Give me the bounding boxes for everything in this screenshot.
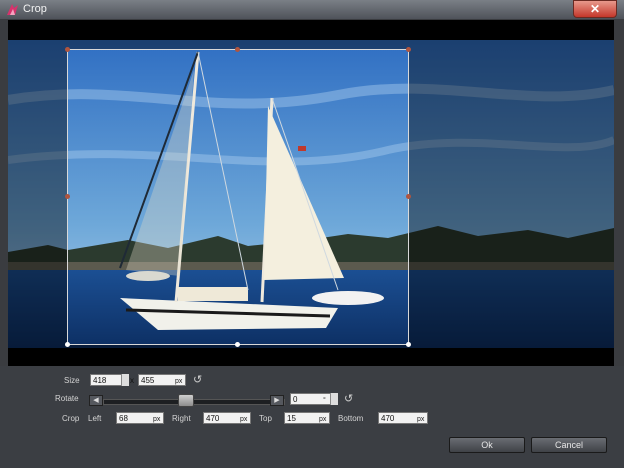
crop-left-unit: px [153, 416, 161, 423]
crop-top-unit: px [319, 416, 327, 423]
size-label: Size [64, 376, 80, 385]
size-width-value: 418 [93, 376, 107, 385]
rotate-label: Rotate [55, 394, 79, 403]
rotate-input[interactable]: 0 ° [290, 393, 338, 405]
rotate-spinner[interactable] [330, 393, 338, 405]
crop-handle-top[interactable] [235, 47, 240, 52]
size-separator: x [130, 376, 134, 385]
crop-handle-right[interactable] [406, 194, 411, 199]
crop-handle-left[interactable] [65, 194, 70, 199]
close-button[interactable]: ✕ [573, 0, 617, 18]
crop-top-label: Top [259, 414, 272, 423]
size-unit: px [175, 378, 183, 385]
crop-bottom-unit: px [417, 416, 425, 423]
cancel-button[interactable]: Cancel [531, 437, 607, 453]
app-logo-icon [7, 4, 18, 15]
crop-handle-bottom-left[interactable] [65, 342, 70, 347]
crop-handle-top-right[interactable] [406, 47, 411, 52]
crop-dialog: Crop ✕ Size 418 x 455 px ↺ Rotate ◀ ▶ 0 … [0, 0, 624, 468]
reset-rotate-icon[interactable]: ↺ [344, 392, 353, 405]
crop-top-input[interactable]: 15 px [284, 412, 330, 424]
crop-bottom-label: Bottom [338, 414, 364, 423]
rotate-right-button[interactable]: ▶ [270, 395, 284, 406]
rotate-value: 0 [293, 395, 298, 404]
size-width-input[interactable]: 418 [90, 374, 129, 386]
crop-right-value: 470 [206, 414, 220, 423]
crop-left-input[interactable]: 68 px [116, 412, 164, 424]
rotate-unit: ° [323, 397, 326, 404]
crop-handle-bottom[interactable] [235, 342, 240, 347]
rotate-slider-thumb[interactable] [178, 394, 194, 407]
crop-handle-top-left[interactable] [65, 47, 70, 52]
crop-top-value: 15 [287, 414, 296, 423]
size-height-input[interactable]: 455 px [138, 374, 186, 386]
title-bar[interactable]: Crop [0, 0, 624, 19]
rotate-left-button[interactable]: ◀ [89, 395, 103, 406]
crop-label: Crop [62, 414, 80, 423]
crop-left-label: Left [88, 414, 102, 423]
crop-left-value: 68 [119, 414, 128, 423]
crop-right-label: Right [172, 414, 191, 423]
crop-bottom-input[interactable]: 470 px [378, 412, 428, 424]
crop-right-input[interactable]: 470 px [203, 412, 251, 424]
reset-size-icon[interactable]: ↺ [193, 373, 202, 386]
window-title: Crop [23, 3, 47, 15]
crop-handle-bottom-right[interactable] [406, 342, 411, 347]
size-height-value: 455 [141, 376, 155, 385]
rotate-slider-track[interactable] [103, 399, 285, 405]
size-width-spinner[interactable] [121, 374, 129, 386]
ok-button[interactable]: Ok [449, 437, 525, 453]
crop-rectangle[interactable] [67, 49, 409, 345]
crop-right-unit: px [240, 416, 248, 423]
crop-bottom-value: 470 [381, 414, 395, 423]
